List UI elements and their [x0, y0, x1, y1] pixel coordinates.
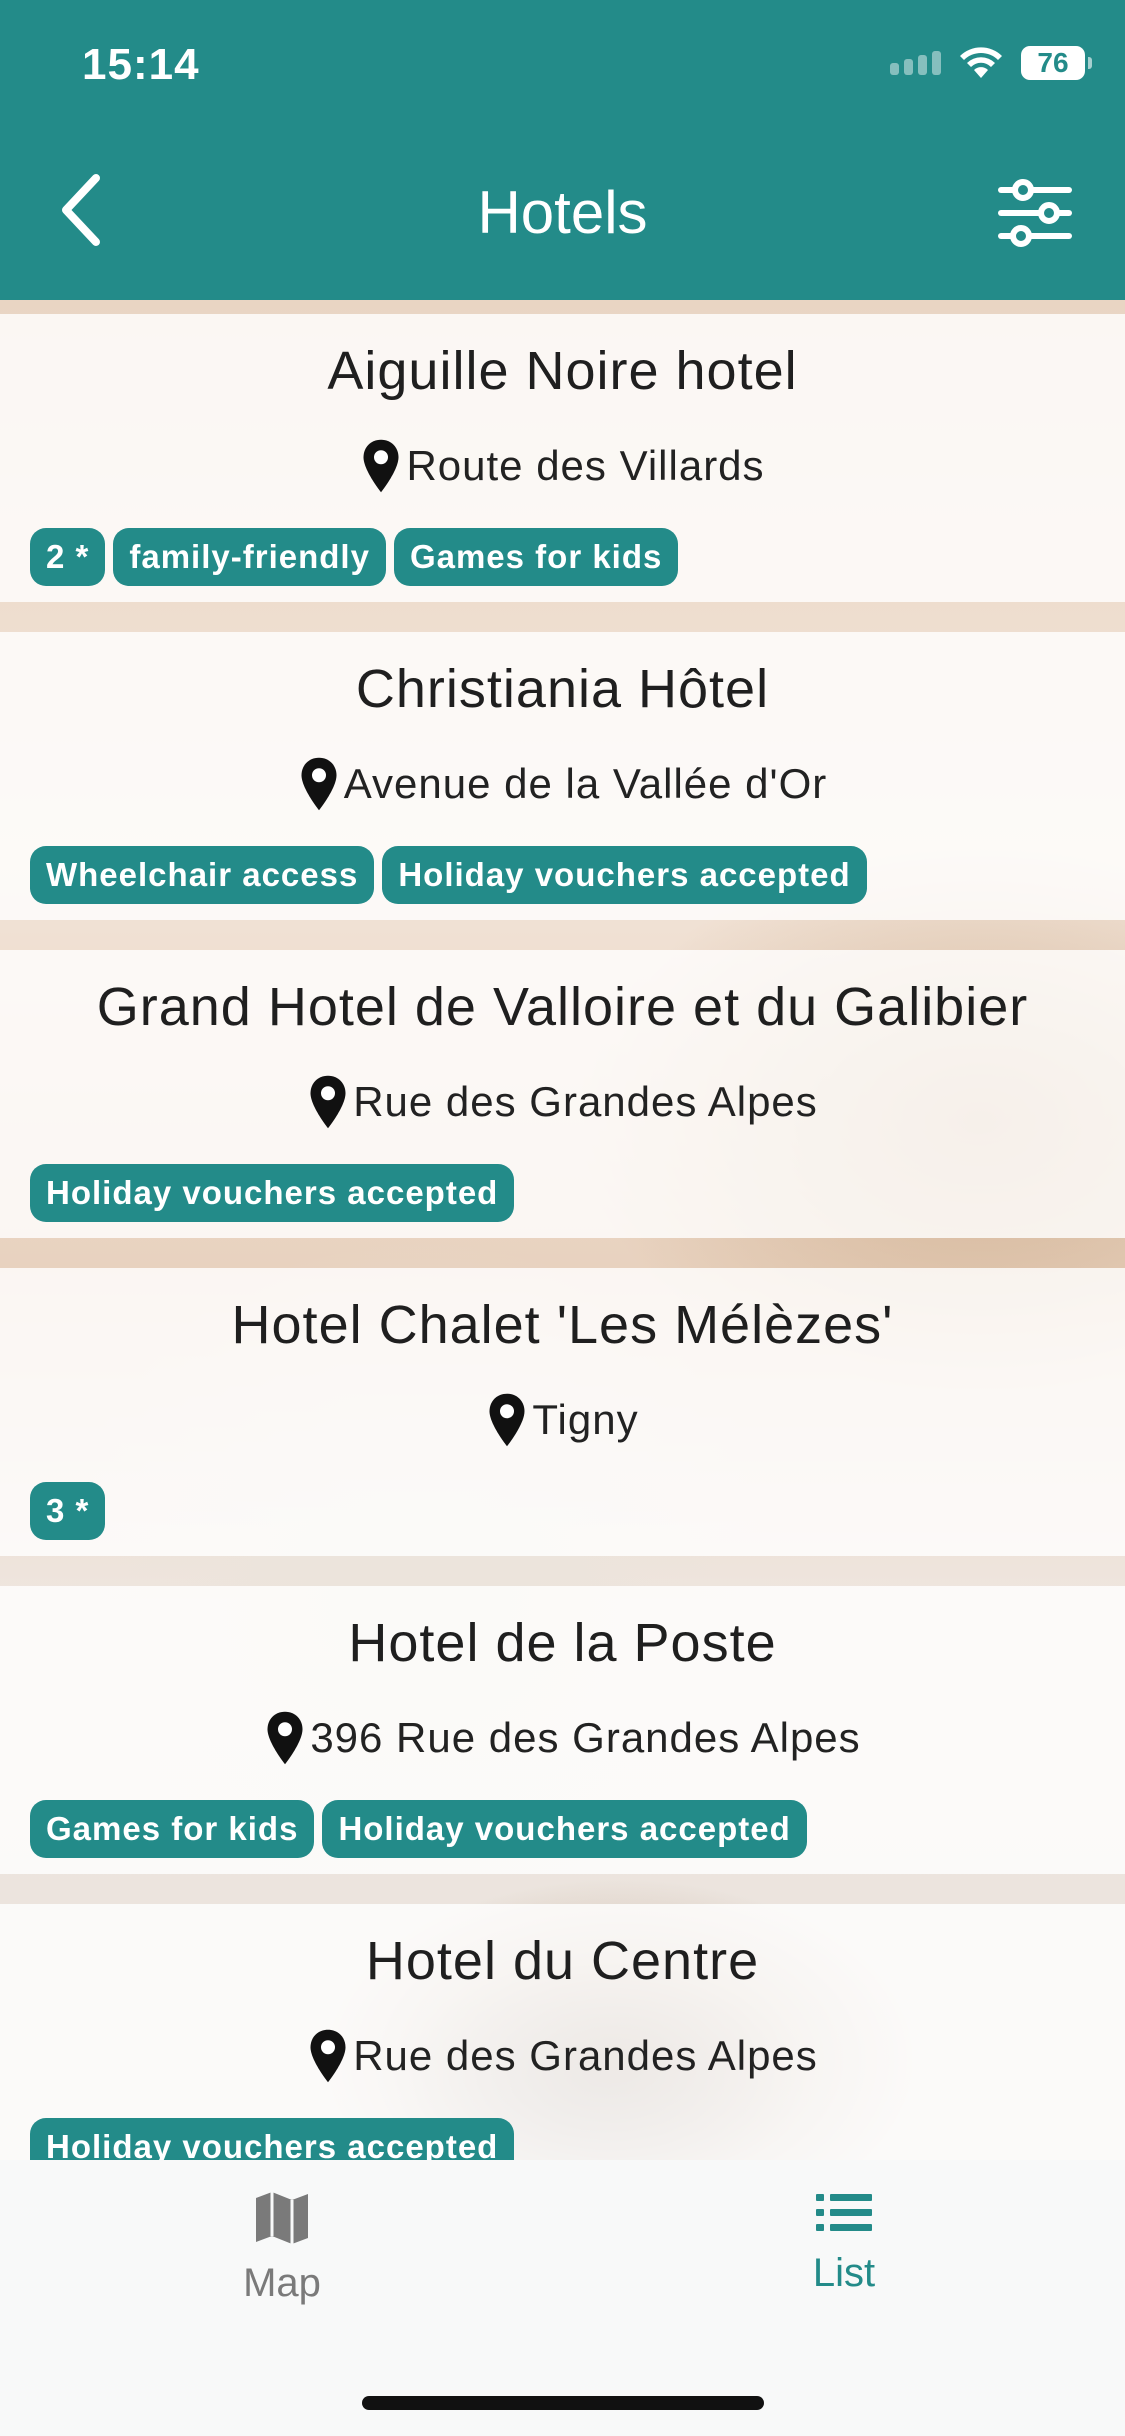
hotel-tags: Holiday vouchers accepted	[30, 1164, 515, 1222]
hotel-name: Aiguille Noire hotel	[327, 341, 798, 401]
hotel-address-text: Route des Villards	[406, 442, 765, 489]
tag-badge: Holiday vouchers accepted	[30, 1164, 515, 1222]
tag-badge: Holiday vouchers accepted	[30, 2118, 515, 2160]
map-pin-icon	[310, 1075, 346, 1129]
map-icon	[256, 2192, 308, 2244]
map-pin-icon	[363, 439, 399, 493]
app-header: 15:14 76 Hotels	[0, 0, 1125, 300]
home-indicator	[362, 2396, 764, 2410]
hotel-address: Tigny	[0, 1392, 1125, 1448]
tab-map-label: Map	[243, 2261, 321, 2305]
hotel-name: Grand Hotel de Valloire et du Galibier	[96, 977, 1029, 1037]
list-icon	[816, 2194, 872, 2231]
tag-badge: family-friendly	[113, 528, 386, 586]
hotel-tags: Holiday vouchers accepted	[30, 2118, 515, 2160]
tag-badge: 2 *	[30, 528, 106, 586]
hotel-name: Hotel de la Poste	[348, 1613, 777, 1673]
filter-button[interactable]	[995, 178, 1075, 248]
hotel-address: Avenue de la Vallée d'Or	[0, 756, 1125, 812]
tab-list[interactable]: List	[694, 2188, 994, 2296]
hotel-tags: Wheelchair access Holiday vouchers accep…	[30, 846, 867, 904]
page-title: Hotels	[477, 179, 648, 246]
tab-list-label: List	[812, 2251, 876, 2295]
status-time: 15:14	[82, 40, 200, 89]
status-icons: 76	[890, 46, 1092, 80]
tag-badge: Games for kids	[30, 1800, 315, 1858]
hotel-address: Rue des Grandes Alpes	[0, 2028, 1125, 2084]
tag-badge: Holiday vouchers accepted	[382, 846, 867, 904]
cellular-signal-icon	[890, 51, 941, 75]
battery-icon: 76	[1021, 46, 1092, 80]
tag-badge: 3 *	[30, 1482, 106, 1540]
wifi-icon	[960, 47, 1002, 78]
hotel-address-text: Tigny	[532, 1396, 639, 1443]
hotel-name: Hotel Chalet 'Les Mélèzes'	[231, 1295, 894, 1355]
tag-badge: Holiday vouchers accepted	[322, 1800, 807, 1858]
hotel-card[interactable]: Christiania Hôtel Avenue de la Vallée d'…	[0, 632, 1125, 920]
hotel-card[interactable]: Hotel du Centre Rue des Grandes Alpes Ho…	[0, 1904, 1125, 2160]
hotel-card[interactable]: Hotel Chalet 'Les Mélèzes' Tigny 3 *	[0, 1268, 1125, 1556]
hotel-address: Rue des Grandes Alpes	[0, 1074, 1125, 1130]
hotel-address: 396 Rue des Grandes Alpes	[0, 1710, 1125, 1766]
hotel-list: Aiguille Noire hotel Route des Villards …	[0, 314, 1125, 2160]
hotel-tags: 2 * family-friendly Games for kids	[30, 528, 679, 586]
hotel-address-text: 396 Rue des Grandes Alpes	[310, 1714, 861, 1761]
hotel-address: Route des Villards	[0, 438, 1125, 494]
tab-map[interactable]: Map	[132, 2188, 432, 2306]
hotel-card[interactable]: Aiguille Noire hotel Route des Villards …	[0, 314, 1125, 602]
tab-bar: Map List	[0, 2160, 1125, 2436]
hotel-address-text: Avenue de la Vallée d'Or	[343, 760, 828, 807]
map-pin-icon	[310, 2029, 346, 2083]
hotel-address-text: Rue des Grandes Alpes	[353, 2032, 818, 2079]
hotel-tags: Games for kids Holiday vouchers accepted	[30, 1800, 807, 1858]
sliders-icon	[998, 179, 1072, 247]
tag-badge: Wheelchair access	[30, 846, 375, 904]
hotel-name: Christiania Hôtel	[355, 659, 770, 719]
map-pin-icon	[267, 1711, 303, 1765]
map-pin-icon	[489, 1393, 525, 1447]
hotel-tags: 3 *	[30, 1482, 106, 1540]
hotel-name: Hotel du Centre	[365, 1931, 760, 1991]
map-pin-icon	[301, 757, 337, 811]
tag-badge: Games for kids	[393, 528, 679, 586]
hotel-card[interactable]: Grand Hotel de Valloire et du Galibier R…	[0, 950, 1125, 1238]
hotel-address-text: Rue des Grandes Alpes	[353, 1078, 818, 1125]
hotel-card[interactable]: Hotel de la Poste 396 Rue des Grandes Al…	[0, 1586, 1125, 1874]
